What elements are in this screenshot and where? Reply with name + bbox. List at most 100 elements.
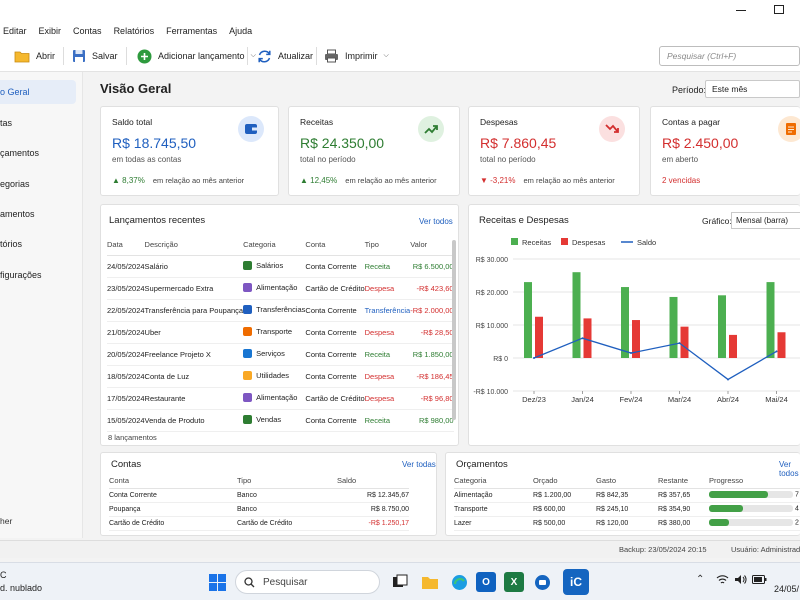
task-view-icon[interactable]: [390, 572, 410, 592]
progress-percent: 4: [794, 505, 799, 513]
sidebar-item-categories[interactable]: egorias: [0, 172, 83, 196]
column-header[interactable]: Progresso: [709, 473, 800, 489]
menu-help[interactable]: Ajuda: [229, 26, 252, 36]
column-header[interactable]: Conta: [305, 235, 365, 256]
table-row[interactable]: 15/05/2024 Venda de Produto Vendas Conta Co…: [107, 409, 454, 432]
table-row[interactable]: 23/05/2024 Supermercado Extra Alimentação C…: [107, 277, 454, 300]
table-row[interactable]: 22/05/2024 Transferência para Poupança Tra…: [107, 299, 454, 322]
income-expense-chart-panel: Receitas e Despesas Gráfico: Mensal (bar…: [468, 204, 800, 446]
sidebar-item-entries[interactable]: çamentos: [0, 141, 83, 165]
menu-view[interactable]: Exibir: [39, 26, 62, 36]
file-explorer-icon[interactable]: [420, 572, 440, 592]
kpi-subtitle: em todas as contas: [112, 155, 182, 164]
table-row[interactable]: 21/05/2024 Uber Transporte Conta Corrente De…: [107, 321, 454, 344]
cell-value: -R$ 96,80: [410, 387, 454, 410]
column-header[interactable]: Tipo: [237, 473, 337, 489]
cell-category: Alimentação: [243, 277, 306, 300]
column-header[interactable]: Categoria: [454, 473, 533, 489]
minimize-icon[interactable]: [736, 10, 746, 11]
category-label: Alimentação: [256, 392, 298, 402]
page-title: Visão Geral: [100, 81, 172, 96]
bar: [621, 287, 629, 358]
cell-type: Receita: [364, 343, 411, 366]
table-row[interactable]: Lazer R$ 500,00 R$ 120,00 R$ 380,00 2: [454, 516, 800, 531]
table-row[interactable]: Conta Corrente Banco R$ 12.345,67: [109, 488, 409, 503]
defender-icon[interactable]: [532, 572, 552, 592]
maximize-icon[interactable]: [774, 5, 784, 14]
x-tick-label: Jan/24: [571, 395, 594, 404]
table-row[interactable]: 20/05/2024 Freelance Projeto X Serviços Con…: [107, 343, 454, 366]
cell-value: -R$ 28,50: [410, 321, 454, 344]
cell-progress: 4: [709, 502, 800, 517]
battery-icon[interactable]: [752, 575, 767, 586]
see-all-accounts-link[interactable]: Ver todas: [402, 460, 436, 469]
column-header[interactable]: Descrição: [144, 235, 244, 256]
column-header[interactable]: Tipo: [364, 235, 411, 256]
cell-description: Conta de Luz: [144, 365, 244, 388]
scrollbar[interactable]: [452, 240, 456, 420]
column-header[interactable]: Data: [107, 235, 145, 256]
column-header[interactable]: Valor: [410, 235, 454, 256]
cell-type: Receita: [364, 409, 411, 432]
table-row[interactable]: 18/05/2024 Conta de Luz Utilidades Conta Co…: [107, 365, 454, 388]
sidebar-item-reports[interactable]: tórios: [0, 232, 83, 256]
column-header[interactable]: Conta: [109, 473, 237, 489]
period-select[interactable]: Este mês: [705, 80, 800, 98]
column-header[interactable]: Saldo: [337, 473, 409, 489]
category-label: Alimentação: [256, 282, 298, 292]
edge-browser-icon[interactable]: [449, 572, 469, 592]
category-label: Transferências: [256, 304, 306, 314]
cell-value: -R$ 186,45: [410, 365, 454, 388]
table-row[interactable]: 24/05/2024 Salário Salários Conta Corrente R…: [107, 255, 454, 278]
excel-icon[interactable]: X: [504, 572, 524, 592]
menu-reports[interactable]: Relatórios: [114, 26, 155, 36]
menu-tools[interactable]: Ferramentas: [166, 26, 217, 36]
kpi-value: R$ 18.745,50: [112, 135, 197, 151]
progress-bar: [709, 519, 793, 527]
table-row[interactable]: Poupança Banco R$ 8.750,00: [109, 502, 409, 517]
menu-accounts[interactable]: Contas: [73, 26, 102, 36]
chart-type-select[interactable]: Mensal (barra): [731, 212, 800, 229]
add-entry-label: Adicionar lançamento: [158, 51, 245, 61]
print-button[interactable]: Imprimir ⌵: [324, 40, 389, 72]
chevron-up-icon[interactable]: ⌃: [696, 574, 704, 585]
table-row[interactable]: Transporte R$ 600,00 R$ 245,10 R$ 354,90 4: [454, 502, 800, 517]
outlook-icon[interactable]: O: [476, 572, 496, 592]
open-button[interactable]: Abrir: [14, 40, 55, 72]
finance-app-icon[interactable]: iC: [563, 569, 589, 595]
trend-up-icon: [418, 116, 444, 142]
weather-desc[interactable]: d. nublado: [0, 583, 42, 593]
cell-spent: R$ 245,10: [596, 502, 658, 517]
save-button[interactable]: Salvar: [72, 40, 118, 72]
sidebar-item-budgets[interactable]: amentos: [0, 202, 83, 226]
cell-budget: R$ 600,00: [533, 502, 596, 517]
category-label: Serviços: [256, 348, 285, 358]
sidebar-item-overview[interactable]: o Geral: [0, 80, 76, 104]
table-row[interactable]: Cartão de Crédito Cartão de Crédito -R$ 1.…: [109, 516, 409, 531]
cell-account: Poupança: [109, 502, 237, 517]
search-input[interactable]: Pesquisar (Ctrl+F): [659, 46, 800, 66]
cell-budget: R$ 500,00: [533, 516, 596, 531]
clock-date[interactable]: 24/05/: [774, 584, 799, 594]
sidebar-item-accounts[interactable]: tas: [0, 111, 83, 135]
kpi-title: Receitas: [300, 117, 334, 127]
windows-start-icon[interactable]: [207, 572, 227, 592]
sidebar-item-settings[interactable]: figurações: [0, 263, 83, 287]
cell-type: Despesa: [364, 365, 411, 388]
wifi-icon[interactable]: [716, 574, 729, 587]
refresh-button[interactable]: Atualizar: [257, 40, 313, 72]
volume-icon[interactable]: [734, 574, 747, 587]
table-row[interactable]: Alimentação R$ 1.200,00 R$ 842,35 R$ 357,65…: [454, 488, 800, 503]
column-header[interactable]: Orçado: [533, 473, 596, 489]
table-row[interactable]: 17/05/2024 Restaurante Alimentação Cartão d…: [107, 387, 454, 410]
weather-temp[interactable]: C: [0, 570, 7, 580]
column-header[interactable]: Restante: [658, 473, 709, 489]
column-header[interactable]: Gasto: [596, 473, 658, 489]
cell-description: Freelance Projeto X: [144, 343, 244, 366]
taskbar-search[interactable]: Pesquisar: [235, 570, 380, 594]
menu-edit[interactable]: Editar: [3, 26, 27, 36]
see-all-entries-link[interactable]: Ver todos: [419, 217, 453, 226]
column-header[interactable]: Categoria: [243, 235, 306, 256]
add-entry-button[interactable]: Adicionar lançamento ⌵: [137, 40, 256, 72]
sidebar-footer[interactable]: her: [0, 516, 12, 526]
